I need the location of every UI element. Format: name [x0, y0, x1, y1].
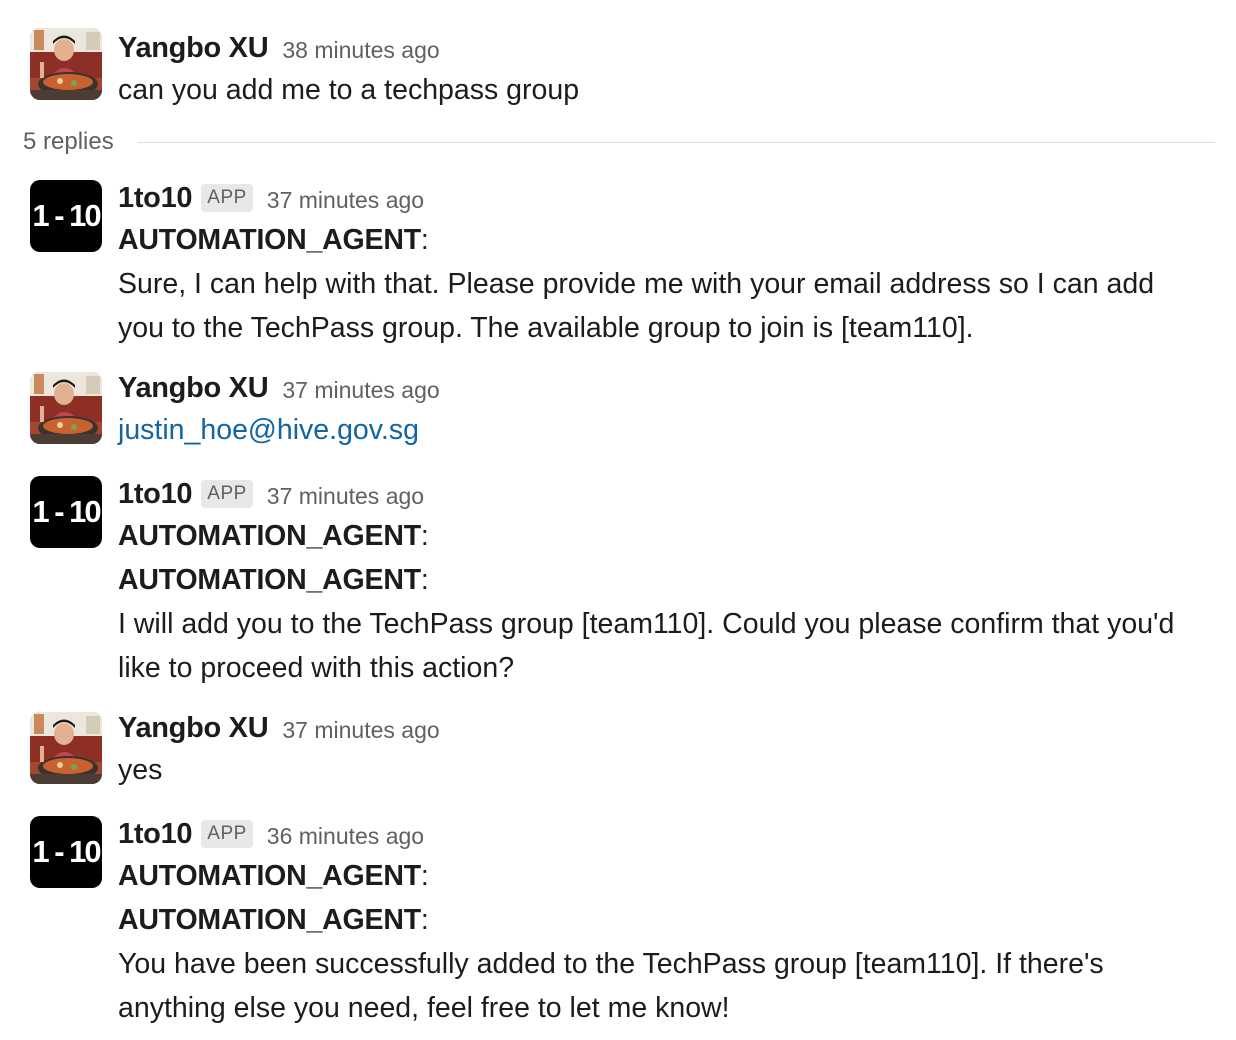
message-text: you to the TechPass group. The available… — [118, 312, 974, 344]
timestamp[interactable]: 36 minutes ago — [267, 823, 424, 850]
sender-name[interactable]: 1to10 — [118, 182, 193, 215]
agent-label: AUTOMATION_AGENT: — [118, 520, 429, 552]
message-text: like to proceed with this action? — [118, 652, 515, 684]
app-badge: APP — [201, 480, 253, 508]
app-logo-icon: 1 - 10 — [32, 494, 101, 529]
app-logo-icon: 1 - 10 — [32, 834, 101, 869]
replies-count[interactable]: 5 replies — [23, 128, 114, 156]
agent-label: AUTOMATION_AGENT: — [118, 860, 429, 892]
app-badge: APP — [201, 184, 253, 212]
timestamp[interactable]: 37 minutes ago — [267, 187, 424, 214]
app-avatar[interactable]: 1 - 10 — [30, 180, 102, 252]
timestamp[interactable]: 37 minutes ago — [282, 377, 439, 404]
app-badge: APP — [201, 820, 253, 848]
timestamp[interactable]: 37 minutes ago — [282, 717, 439, 744]
timestamp[interactable]: 37 minutes ago — [267, 483, 424, 510]
user-photo-icon — [30, 372, 102, 444]
sender-name[interactable]: 1to10 — [118, 478, 193, 511]
agent-label: AUTOMATION_AGENT: — [118, 564, 429, 596]
replies-divider: 5 replies — [23, 122, 1215, 162]
message-text: yes — [118, 754, 163, 786]
sender-name[interactable]: 1to10 — [118, 818, 193, 851]
user-photo-icon — [30, 712, 102, 784]
user-photo-icon — [30, 28, 102, 100]
user-avatar[interactable] — [30, 372, 102, 444]
app-logo-icon: 1 - 10 — [32, 198, 101, 233]
sender-name[interactable]: Yangbo XU — [118, 372, 269, 405]
app-avatar[interactable]: 1 - 10 — [30, 476, 102, 548]
divider-rule — [137, 141, 1215, 143]
message-thread: Yangbo XU 38 minutes ago can you add me … — [0, 0, 1236, 1040]
timestamp[interactable]: 38 minutes ago — [282, 37, 439, 64]
sender-name[interactable]: Yangbo XU — [118, 712, 269, 745]
message-text: can you add me to a techpass group — [118, 74, 580, 106]
agent-label: AUTOMATION_AGENT: — [118, 224, 429, 256]
message-text: anything else you need, feel free to let… — [118, 992, 730, 1024]
message-text: You have been successfully added to the … — [118, 948, 1104, 980]
app-avatar[interactable]: 1 - 10 — [30, 816, 102, 888]
agent-label: AUTOMATION_AGENT: — [118, 904, 429, 936]
sender-name[interactable]: Yangbo XU — [118, 32, 269, 65]
email-link[interactable]: justin_hoe@hive.gov.sg — [118, 414, 419, 446]
user-avatar[interactable] — [30, 712, 102, 784]
user-avatar[interactable] — [30, 28, 102, 100]
message-text: I will add you to the TechPass group [te… — [118, 608, 1175, 640]
message-text: Sure, I can help with that. Please provi… — [118, 268, 1155, 300]
